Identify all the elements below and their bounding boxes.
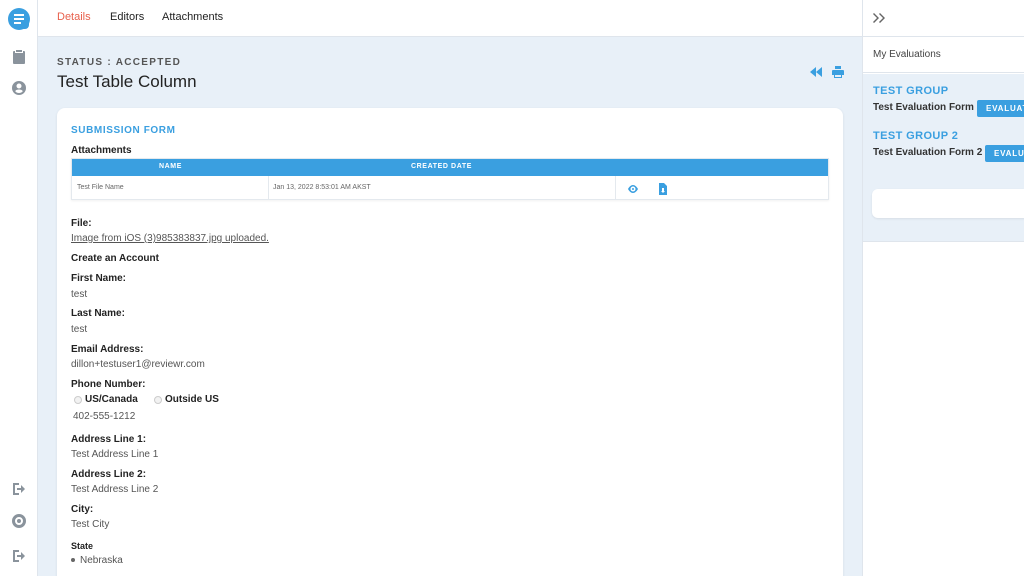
- group-form-name: Test Evaluation Form 2: [873, 147, 983, 158]
- cell-file-name: Test File Name: [77, 184, 124, 191]
- address1-value: Test Address Line 1: [71, 449, 159, 460]
- first-name-label: First Name:: [71, 273, 127, 284]
- double-chevron-right-icon[interactable]: [873, 11, 887, 25]
- first-name-value: test: [71, 289, 88, 300]
- app-logo-icon[interactable]: [8, 8, 30, 30]
- state-text: Nebraska: [80, 555, 123, 566]
- my-evaluations-header: My Evaluations: [863, 37, 1024, 73]
- section-heading: Create an Account: [71, 253, 159, 264]
- help-lifebuoy-icon[interactable]: [10, 512, 28, 530]
- top-tab-bar: Details Editors Attachments: [38, 0, 862, 37]
- status-label: STATUS : ACCEPTED: [57, 57, 182, 68]
- address2-value: Test Address Line 2: [71, 484, 159, 495]
- attachments-table: NAME CREATED DATE Test File Name Jan 13,…: [71, 158, 829, 200]
- group-title: TEST GROUP 2: [873, 130, 959, 142]
- last-name-label: Last Name:: [71, 308, 125, 319]
- address1-label: Address Line 1:: [71, 434, 147, 445]
- tab-attachments[interactable]: Attachments: [162, 11, 223, 23]
- bullet-icon: [71, 558, 75, 563]
- email-value: dillon+testuser1@reviewr.com: [71, 359, 205, 370]
- state-value: Nebraska: [71, 555, 123, 566]
- radio-dot: [154, 395, 162, 404]
- phone-value: 402-555-1212: [73, 411, 136, 422]
- evaluate-button[interactable]: EVALUATE: [985, 145, 1024, 162]
- tab-editors[interactable]: Editors: [110, 11, 144, 23]
- city-value: Test City: [71, 519, 110, 530]
- print-icon[interactable]: [832, 66, 844, 78]
- group-form-name: Test Evaluation Form: [873, 102, 974, 113]
- table-header: NAME CREATED DATE: [72, 159, 828, 176]
- page-title: Test Table Column: [57, 72, 197, 91]
- last-name-value: test: [71, 324, 88, 335]
- right-panel: My Evaluations TEST GROUP Test Evaluatio…: [862, 0, 1024, 576]
- file-link[interactable]: Image from iOS (3)985383837.jpg uploaded…: [71, 233, 269, 244]
- col-date-header: CREATED DATE: [411, 163, 472, 170]
- tab-details[interactable]: Details: [57, 11, 91, 23]
- group-title: TEST GROUP: [873, 85, 949, 97]
- sign-out-icon[interactable]: [10, 480, 28, 498]
- left-rail: [0, 0, 38, 576]
- radio-outside-us[interactable]: Outside US: [154, 394, 219, 405]
- radio-outside-us-label: Outside US: [165, 394, 219, 405]
- empty-card: [872, 189, 1024, 218]
- my-evaluations-label: My Evaluations: [873, 49, 941, 60]
- radio-us-canada[interactable]: US/Canada: [74, 394, 138, 405]
- attachments-label: Attachments: [71, 145, 132, 156]
- eye-icon[interactable]: [627, 182, 639, 194]
- radio-us-canada-label: US/Canada: [85, 394, 138, 405]
- col-name-header: NAME: [159, 163, 183, 170]
- state-label: State: [71, 541, 94, 551]
- right-panel-header: [863, 0, 1024, 37]
- email-label: Email Address:: [71, 344, 144, 355]
- address2-label: Address Line 2:: [71, 469, 147, 480]
- user-circle-icon[interactable]: [10, 79, 28, 97]
- rewind-back-icon[interactable]: [810, 66, 822, 78]
- file-label: File:: [71, 218, 92, 229]
- form-title: SUBMISSION FORM: [71, 125, 176, 136]
- header-actions: [810, 66, 844, 78]
- city-label: City:: [71, 504, 94, 515]
- evaluate-button[interactable]: EVALUATE: [977, 100, 1024, 117]
- logout-icon[interactable]: [10, 547, 28, 565]
- cell-created-date: Jan 13, 2022 8:53:01 AM AKST: [273, 184, 371, 191]
- download-file-icon[interactable]: [657, 182, 669, 195]
- phone-label: Phone Number:: [71, 379, 146, 390]
- evaluations-list: TEST GROUP Test Evaluation Form EVALUA TE…: [863, 74, 1024, 242]
- radio-dot: [74, 395, 82, 404]
- submission-card: SUBMISSION FORM Attachments NAME CREATED…: [57, 108, 843, 576]
- clipboard-icon[interactable]: [10, 48, 28, 66]
- table-row: Test File Name Jan 13, 2022 8:53:01 AM A…: [72, 176, 828, 200]
